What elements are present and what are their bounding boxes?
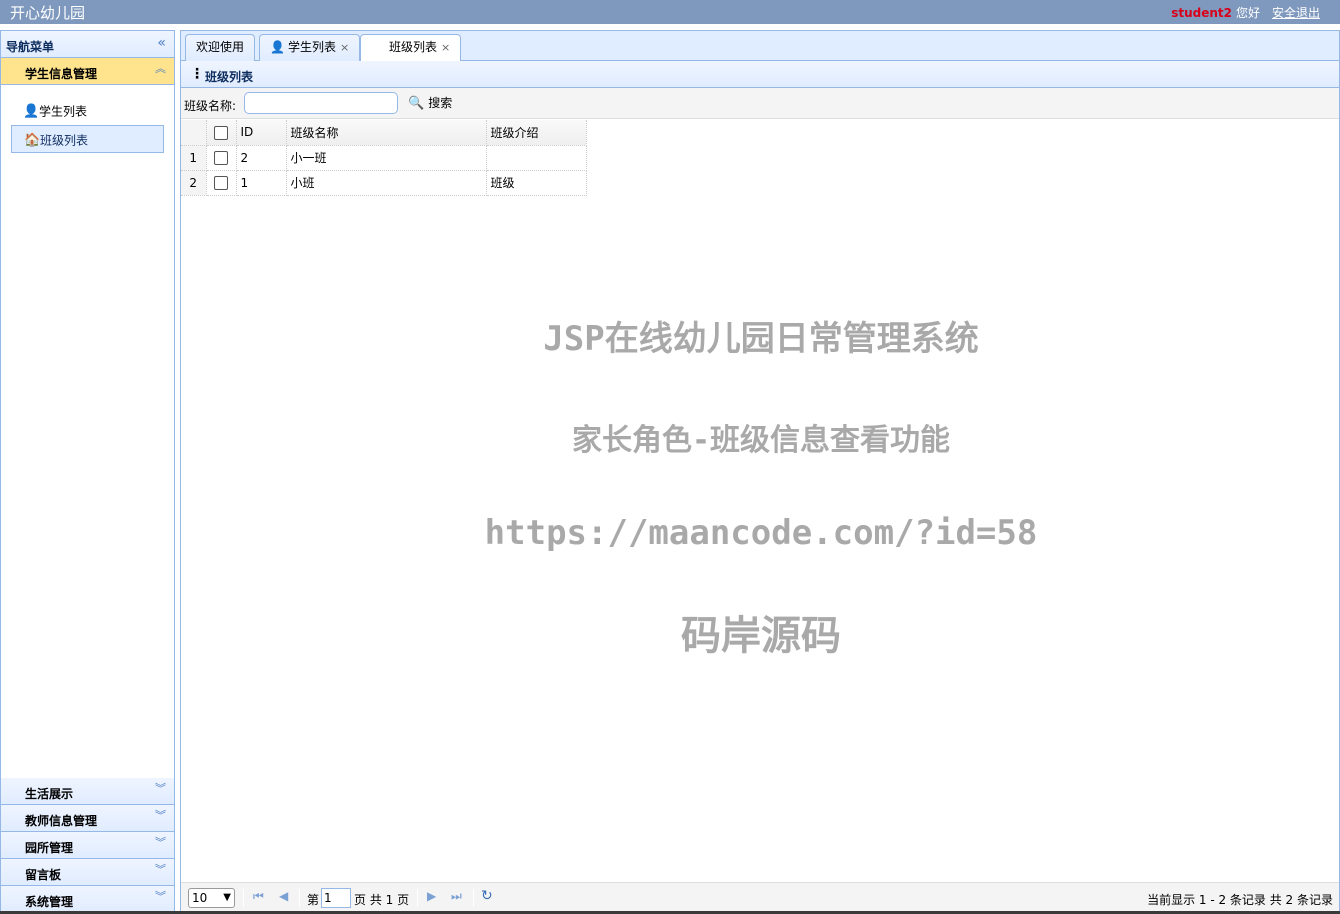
logout-link[interactable]: 安全退出 bbox=[1272, 6, 1320, 20]
section-life-show[interactable]: 生活展示 ︾ bbox=[1, 778, 174, 805]
vertical-dots-icon: ⋮ bbox=[190, 66, 204, 82]
section-message-board[interactable]: 留言板 ︾ bbox=[1, 859, 174, 886]
tab-bar: 欢迎使用 👤 学生列表 × 班级列表 × bbox=[181, 31, 1339, 62]
row-checkbox[interactable] bbox=[206, 145, 237, 171]
divider bbox=[299, 889, 300, 907]
watermark-subtitle: 家长角色-班级信息查看功能 bbox=[571, 423, 951, 458]
greeting: 您好 bbox=[1235, 6, 1260, 20]
search-icon: 🔍 bbox=[408, 96, 425, 111]
section-teacher-info[interactable]: 教师信息管理 ︾ bbox=[1, 805, 174, 832]
search-label: 班级名称: bbox=[184, 99, 237, 113]
row-number: 2 bbox=[181, 170, 207, 196]
class-grid: ID 班级名称 班级介绍 1 2 小一班 2 1 小班 班级 bbox=[181, 120, 587, 196]
section-title: 园所管理 bbox=[25, 841, 74, 855]
double-chevron-down-icon[interactable]: ︾ bbox=[155, 837, 166, 849]
section-title: 教师信息管理 bbox=[25, 814, 98, 828]
student-icon: 👤 bbox=[23, 103, 40, 119]
main-area: 欢迎使用 👤 学生列表 × 班级列表 × ⋮ 班级列表 班级名称: 🔍 搜索 ID 班级… bbox=[180, 30, 1340, 914]
record-info: 当前显示 1 - 2 条记录 共 2 条记录 bbox=[1147, 893, 1333, 907]
page-size-value: 10 bbox=[192, 891, 208, 905]
cell-id: 1 bbox=[236, 170, 287, 196]
sidebar: 导航菜单 « 学生信息管理 ︽ 👤学生列表 🏠班级列表 生活展示 ︾ 教师信息管… bbox=[0, 30, 175, 914]
tab-student-list[interactable]: 👤 学生列表 × bbox=[259, 34, 361, 61]
section-title: 系统管理 bbox=[25, 895, 74, 909]
section-title: 学生信息管理 bbox=[25, 67, 98, 81]
section-title: 留言板 bbox=[25, 868, 62, 882]
next-page-icon[interactable]: ▶ bbox=[427, 889, 436, 903]
column-header-id[interactable]: ID bbox=[236, 120, 287, 146]
search-toolbar: 班级名称: 🔍 搜索 bbox=[181, 88, 1339, 119]
double-chevron-down-icon[interactable]: ︾ bbox=[155, 783, 166, 795]
menu-item-student-list[interactable]: 👤学生列表 bbox=[11, 97, 164, 125]
search-button[interactable]: 🔍 搜索 bbox=[408, 93, 452, 113]
cell-name: 小一班 bbox=[286, 145, 487, 171]
double-chevron-down-icon[interactable]: ︾ bbox=[155, 891, 166, 903]
username: student2 bbox=[1171, 6, 1232, 20]
double-chevron-down-icon[interactable]: ︾ bbox=[155, 810, 166, 822]
divider bbox=[243, 889, 244, 907]
menu-item-label: 学生列表 bbox=[39, 104, 88, 119]
column-header-intro[interactable]: 班级介绍 bbox=[486, 120, 587, 146]
sidebar-sections: 生活展示 ︾ 教师信息管理 ︾ 园所管理 ︾ 留言板 ︾ 系统管理 ︾ bbox=[1, 778, 174, 913]
page-number-input[interactable] bbox=[321, 888, 351, 908]
cell-intro: 班级 bbox=[486, 170, 587, 196]
panel-header: ⋮ 班级列表 bbox=[181, 61, 1339, 88]
tab-class-list[interactable]: 班级列表 × bbox=[360, 34, 462, 62]
student-icon: 👤 bbox=[270, 40, 285, 54]
grid-header-row: ID 班级名称 班级介绍 bbox=[181, 120, 587, 146]
pagination-bar: 10 ▼ ⏮ ◀ 第 页 共 1 页 ▶ ⏭ ↻ 当前显示 1 - 2 条记录 共… bbox=[181, 882, 1339, 913]
cell-intro bbox=[486, 145, 587, 171]
divider bbox=[473, 889, 474, 907]
sidebar-header: 导航菜单 « bbox=[1, 31, 174, 58]
close-icon[interactable]: × bbox=[340, 41, 349, 54]
double-chevron-left-icon[interactable]: « bbox=[157, 35, 166, 51]
row-number: 1 bbox=[181, 145, 207, 171]
search-button-label: 搜索 bbox=[428, 96, 453, 110]
page-size-select[interactable]: 10 ▼ bbox=[188, 888, 235, 908]
app-header: 开心幼儿园 student2 您好 安全退出 bbox=[0, 0, 1340, 24]
row-checkbox[interactable] bbox=[206, 170, 237, 196]
chevron-down-icon: ▼ bbox=[223, 892, 231, 903]
tab-welcome[interactable]: 欢迎使用 bbox=[185, 34, 256, 61]
close-icon[interactable]: × bbox=[441, 41, 450, 54]
section-system[interactable]: 系统管理 ︾ bbox=[1, 886, 174, 913]
menu-item-class-list[interactable]: 🏠班级列表 bbox=[11, 125, 164, 153]
cell-id: 2 bbox=[236, 145, 287, 171]
watermark-url: https://maancode.com/?id=58 bbox=[484, 513, 1038, 553]
double-chevron-up-icon[interactable]: ︽ bbox=[155, 63, 166, 75]
page-prefix: 第 bbox=[307, 893, 320, 907]
section-title: 生活展示 bbox=[25, 787, 74, 801]
table-row[interactable]: 1 2 小一班 bbox=[181, 145, 587, 171]
double-chevron-down-icon[interactable]: ︾ bbox=[155, 864, 166, 876]
table-row[interactable]: 2 1 小班 班级 bbox=[181, 170, 587, 196]
class-name-search-input[interactable] bbox=[244, 92, 398, 114]
page-suffix: 页 共 1 页 bbox=[354, 893, 410, 907]
sidebar-title: 导航菜单 bbox=[6, 40, 55, 54]
tab-label: 欢迎使用 bbox=[196, 40, 245, 54]
prev-page-icon[interactable]: ◀ bbox=[279, 889, 288, 903]
tab-label: 学生列表 bbox=[287, 40, 336, 54]
menu-item-label: 班级列表 bbox=[40, 133, 89, 148]
menu-body: 👤学生列表 🏠班级列表 bbox=[1, 85, 174, 778]
watermark-brand: 码岸源码 bbox=[681, 613, 841, 659]
column-header-name[interactable]: 班级名称 bbox=[286, 120, 487, 146]
house-icon: 🏠 bbox=[24, 132, 41, 148]
first-page-icon[interactable]: ⏮ bbox=[253, 889, 264, 904]
app-title: 开心幼儿园 bbox=[10, 4, 86, 22]
select-all-checkbox[interactable] bbox=[206, 120, 237, 146]
rownum-header bbox=[181, 120, 207, 146]
user-bar: student2 您好 安全退出 bbox=[1171, 4, 1320, 21]
tab-label: 班级列表 bbox=[389, 40, 438, 54]
divider bbox=[417, 889, 418, 907]
cell-name: 小班 bbox=[286, 170, 487, 196]
refresh-icon[interactable]: ↻ bbox=[481, 888, 493, 904]
watermark-title: JSP在线幼儿园日常管理系统 bbox=[543, 319, 979, 359]
last-page-icon[interactable]: ⏭ bbox=[451, 889, 462, 904]
panel-title: 班级列表 bbox=[205, 70, 254, 84]
section-student-info[interactable]: 学生信息管理 ︽ bbox=[1, 58, 174, 85]
section-campus[interactable]: 园所管理 ︾ bbox=[1, 832, 174, 859]
